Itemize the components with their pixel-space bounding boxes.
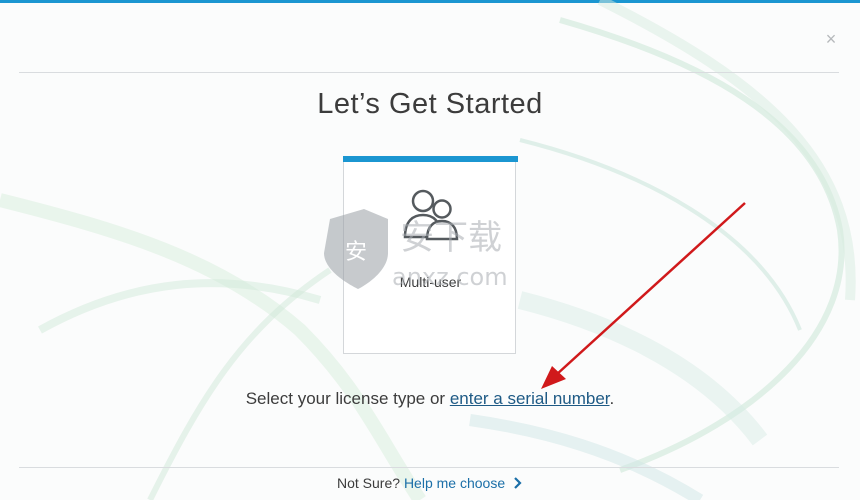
help-me-choose-label: Help me choose [403,475,506,491]
tile-accent-bar [343,156,518,162]
close-button[interactable]: × [822,30,840,48]
watermark-text-top: 安下载 [400,218,502,258]
site-watermark: 安 安下载 anxz.com [324,209,508,291]
enter-serial-number-link[interactable]: enter a serial number [450,389,610,408]
close-icon: × [825,29,837,49]
license-dialog: × Let’s Get Started Multi-user 安 安下载 anx… [0,0,860,500]
footer: Not Sure? Help me choose [0,475,860,491]
watermark-badge-glyph: 安 [345,240,367,265]
page-title: Let’s Get Started [317,88,543,120]
license-prompt: Select your license type or enter a seri… [0,389,860,409]
prompt-text: Select your license type or [245,389,450,408]
watermark-text-bottom: anxz.com [392,263,508,291]
header-divider [19,72,839,73]
help-me-choose-link[interactable]: Help me choose [404,475,523,491]
not-sure-label: Not Sure? [337,475,401,491]
prompt-period: . [609,389,615,408]
footer-divider [19,467,839,468]
chevron-right-icon [514,477,522,489]
